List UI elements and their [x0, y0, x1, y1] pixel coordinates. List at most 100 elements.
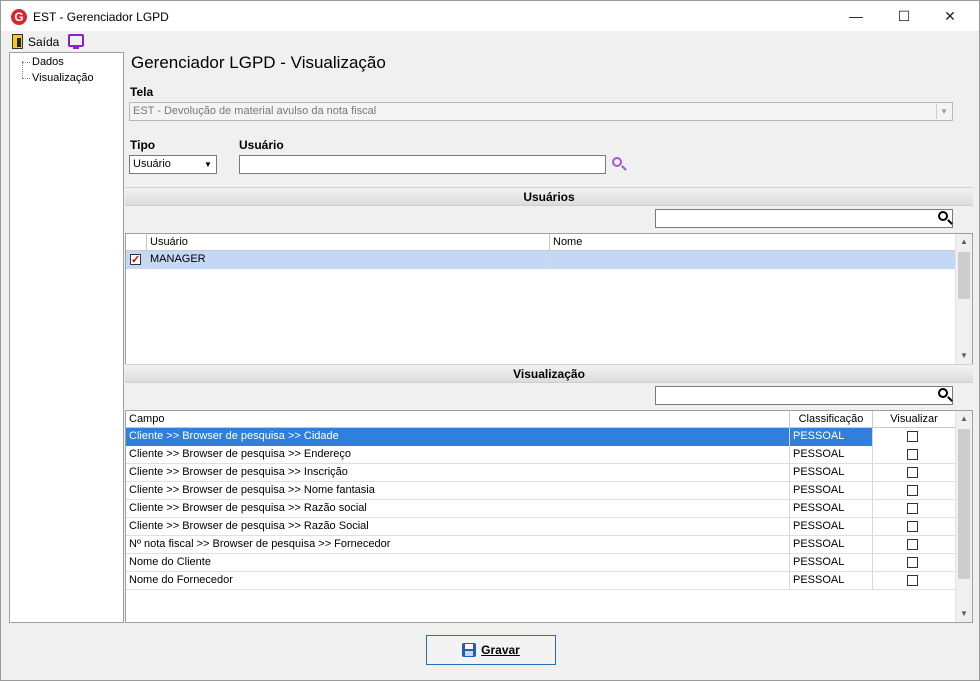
cell-visualizar[interactable]	[873, 482, 956, 500]
menu-bar: Saída	[1, 31, 979, 51]
scroll-up-icon[interactable]: ▲	[956, 234, 972, 250]
table-row[interactable]: Cliente >> Browser de pesquisa >> Razão …	[126, 500, 956, 518]
scroll-thumb[interactable]	[958, 252, 970, 299]
save-button-label: Gravar	[481, 643, 520, 657]
cell-visualizar[interactable]	[873, 446, 956, 464]
table-row[interactable]: Nome do Cliente PESSOAL	[126, 554, 956, 572]
exit-door-icon[interactable]	[12, 34, 23, 49]
cell-classificacao: PESSOAL	[790, 518, 873, 536]
cell-visualizar[interactable]	[873, 536, 956, 554]
title-bar: G EST - Gerenciador LGPD — ☐ ✕	[1, 1, 979, 31]
cell-visualizar[interactable]	[873, 554, 956, 572]
cell-campo: Cliente >> Browser de pesquisa >> Inscri…	[126, 464, 790, 482]
column-header-nome[interactable]: Nome	[550, 234, 956, 251]
tela-combobox[interactable]: EST - Devolução de material avulso da no…	[129, 102, 953, 121]
table-row[interactable]: Cliente >> Browser de pesquisa >> Inscri…	[126, 464, 956, 482]
view-search-input[interactable]	[655, 386, 953, 405]
users-scrollbar[interactable]: ▲ ▼	[955, 234, 972, 364]
tipo-label: Tipo	[130, 138, 156, 152]
main-window: G EST - Gerenciador LGPD — ☐ ✕ Saída Dad…	[0, 0, 980, 681]
users-section-header: Usuários	[125, 187, 973, 206]
users-search-input[interactable]	[655, 209, 953, 228]
column-header-classificacao[interactable]: Classificação	[790, 411, 873, 428]
checkbox-unchecked-icon[interactable]	[907, 431, 918, 442]
scroll-up-icon[interactable]: ▲	[956, 411, 972, 427]
checkbox-unchecked-icon[interactable]	[907, 539, 918, 550]
view-table-header: Campo Classificação Visualizar	[126, 411, 956, 428]
monitor-icon[interactable]	[68, 34, 84, 49]
users-table-header: Usuário Nome	[126, 234, 956, 251]
cell-campo: Cliente >> Browser de pesquisa >> Razão …	[126, 518, 790, 536]
cell-classificacao: PESSOAL	[790, 428, 873, 446]
column-header-usuario[interactable]: Usuário	[147, 234, 550, 251]
table-row[interactable]: Cliente >> Browser de pesquisa >> Razão …	[126, 518, 956, 536]
scroll-down-icon[interactable]: ▼	[956, 348, 972, 364]
cell-visualizar[interactable]	[873, 464, 956, 482]
maximize-button[interactable]: ☐	[881, 1, 927, 31]
window-title: EST - Gerenciador LGPD	[33, 10, 169, 24]
column-header-campo[interactable]: Campo	[126, 411, 790, 428]
cell-classificacao: PESSOAL	[790, 500, 873, 518]
cell-campo: Nome do Cliente	[126, 554, 790, 572]
cell-campo: Nome do Fornecedor	[126, 572, 790, 590]
checkbox-unchecked-icon[interactable]	[907, 467, 918, 478]
cell-usuario: MANAGER	[147, 251, 550, 269]
table-row[interactable]: Cliente >> Browser de pesquisa >> Nome f…	[126, 482, 956, 500]
page-title: Gerenciador LGPD - Visualização	[131, 53, 386, 72]
cell-campo: Cliente >> Browser de pesquisa >> Endere…	[126, 446, 790, 464]
view-scrollbar[interactable]: ▲ ▼	[955, 411, 972, 622]
cell-classificacao: PESSOAL	[790, 572, 873, 590]
chevron-down-icon[interactable]: ▼	[936, 104, 951, 119]
tree-connector	[22, 78, 30, 79]
cell-classificacao: PESSOAL	[790, 482, 873, 500]
cell-classificacao: PESSOAL	[790, 536, 873, 554]
cell-visualizar[interactable]	[873, 518, 956, 536]
cell-visualizar[interactable]	[873, 428, 956, 446]
cell-campo: Cliente >> Browser de pesquisa >> Cidade	[126, 428, 790, 446]
checkbox-unchecked-icon[interactable]	[907, 521, 918, 532]
cell-campo: Cliente >> Browser de pesquisa >> Razão …	[126, 500, 790, 518]
app-logo-icon: G	[11, 9, 27, 25]
cell-campo: Cliente >> Browser de pesquisa >> Nome f…	[126, 482, 790, 500]
cell-visualizar[interactable]	[873, 572, 956, 590]
tipo-select[interactable]: Usuário ▼	[129, 155, 217, 174]
search-icon[interactable]	[612, 157, 622, 167]
checkbox-unchecked-icon[interactable]	[907, 449, 918, 460]
scroll-down-icon[interactable]: ▼	[956, 606, 972, 622]
checkbox-unchecked-icon[interactable]	[907, 485, 918, 496]
exit-menu-item[interactable]: Saída	[28, 35, 59, 49]
table-row[interactable]: Cliente >> Browser de pesquisa >> Endere…	[126, 446, 956, 464]
table-row[interactable]: Nº nota fiscal >> Browser de pesquisa >>…	[126, 536, 956, 554]
cell-campo: Nº nota fiscal >> Browser de pesquisa >>…	[126, 536, 790, 554]
table-row[interactable]: Cliente >> Browser de pesquisa >> Cidade…	[126, 428, 956, 446]
table-row[interactable]: MANAGER	[126, 251, 956, 269]
row-checkbox-cell[interactable]	[126, 251, 147, 269]
cell-visualizar[interactable]	[873, 500, 956, 518]
usuario-input[interactable]	[239, 155, 606, 174]
sidebar-tree: Dados Visualização	[9, 52, 124, 623]
users-table: Usuário Nome MANAGER ▲ ▼	[125, 233, 973, 365]
tela-value: EST - Devolução de material avulso da no…	[133, 105, 377, 117]
tree-connector	[22, 62, 30, 63]
column-header-visualizar[interactable]: Visualizar	[873, 411, 956, 428]
close-button[interactable]: ✕	[927, 1, 973, 31]
save-disk-icon	[462, 643, 477, 657]
checkbox-unchecked-icon[interactable]	[907, 503, 918, 514]
sidebar-item-visualizacao[interactable]: Visualização	[32, 72, 94, 84]
chevron-down-icon[interactable]: ▼	[201, 157, 215, 172]
cell-classificacao: PESSOAL	[790, 554, 873, 572]
checkbox-checked-icon[interactable]	[130, 252, 141, 269]
cell-nome	[550, 251, 956, 269]
checkbox-unchecked-icon[interactable]	[907, 557, 918, 568]
save-button[interactable]: Gravar	[426, 635, 556, 665]
view-table: Campo Classificação Visualizar Cliente >…	[125, 410, 973, 623]
sidebar-item-dados[interactable]: Dados	[32, 56, 64, 68]
search-icon[interactable]	[938, 211, 948, 221]
tipo-value: Usuário	[133, 158, 171, 170]
select-column-header	[126, 234, 147, 251]
table-row[interactable]: Nome do Fornecedor PESSOAL	[126, 572, 956, 590]
search-icon[interactable]	[938, 388, 948, 398]
checkbox-unchecked-icon[interactable]	[907, 575, 918, 586]
minimize-button[interactable]: —	[833, 1, 879, 31]
scroll-thumb[interactable]	[958, 429, 970, 579]
